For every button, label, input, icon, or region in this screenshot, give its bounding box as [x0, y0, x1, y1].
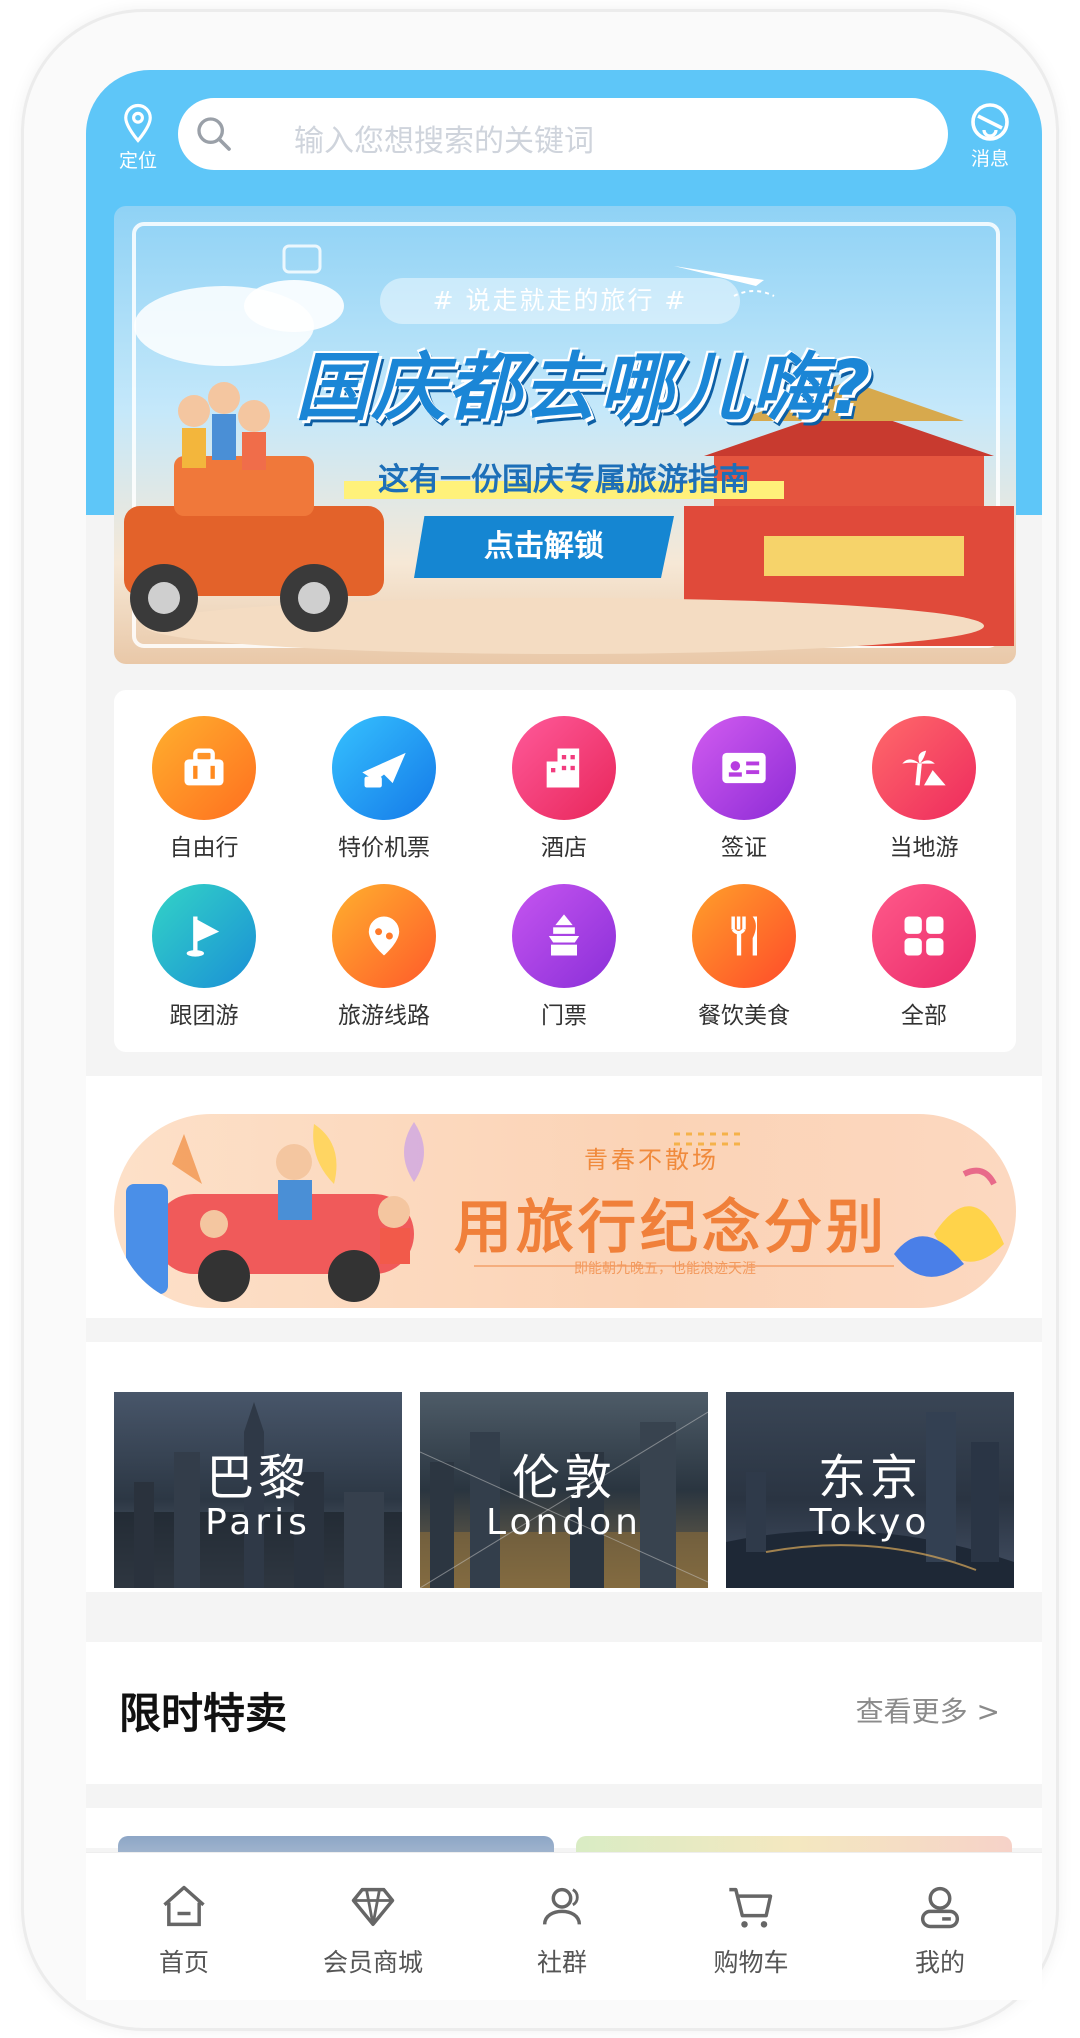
category-label: 酒店	[541, 835, 587, 861]
tab-cart[interactable]: 购物车	[671, 1853, 831, 1979]
location-pin-icon	[124, 103, 152, 143]
category-flights[interactable]: 特价机票	[314, 716, 454, 862]
tab-label: 购物车	[713, 1948, 789, 1977]
city-card-london[interactable]: 伦敦 London	[420, 1392, 708, 1588]
tab-home[interactable]: 首页	[104, 1853, 264, 1979]
category-tickets[interactable]: 门票	[494, 884, 634, 1030]
category-label: 跟团游	[169, 1003, 239, 1029]
city-card-paris[interactable]: 巴黎 Paris	[114, 1392, 402, 1588]
map-pin-icon	[332, 884, 436, 988]
temple-icon	[512, 884, 616, 988]
city-name-cn: 伦敦	[511, 1450, 616, 1506]
see-more-link[interactable]: 查看更多 >	[856, 1690, 1000, 1730]
category-group-tour[interactable]: 跟团游	[134, 884, 274, 1030]
unlock-button[interactable]: 点击解锁	[414, 516, 674, 578]
cart-icon	[729, 1887, 773, 1928]
suitcase-icon	[152, 716, 256, 820]
plane-icon	[332, 716, 436, 820]
category-label: 签证	[721, 835, 767, 861]
tab-member-mall[interactable]: 会员商城	[293, 1853, 453, 1979]
grid-icon	[872, 884, 976, 988]
city-card-tokyo[interactable]: 东京 Tokyo	[726, 1392, 1014, 1588]
category-free-travel[interactable]: 自由行	[134, 716, 274, 862]
promo-banner[interactable]: 青春不散场 用旅行纪念分别 即能朝九晚五，也能浪迹天涯	[114, 1114, 1016, 1308]
banner-tagline: # 说走就走的旅行 #	[380, 278, 740, 324]
category-local-tour[interactable]: 当地游	[854, 716, 994, 862]
city-name-en: Tokyo	[809, 1502, 931, 1543]
top-bar: 定位 输入您想搜索的关键词 消息	[86, 70, 1042, 200]
id-card-icon	[692, 716, 796, 820]
tab-label: 社群	[536, 1948, 587, 1977]
tab-label: 首页	[158, 1948, 209, 1977]
message-label: 消息	[970, 148, 1009, 170]
search-icon	[197, 117, 231, 151]
city-name-en: London	[486, 1502, 642, 1543]
category-visa[interactable]: 签证	[674, 716, 814, 862]
city-name-cn: 巴黎	[205, 1450, 310, 1506]
category-label: 全部	[901, 1003, 947, 1029]
category-routes[interactable]: 旅游线路	[314, 884, 454, 1030]
flash-sale-title: 限时特卖	[119, 1689, 288, 1738]
building-icon	[512, 716, 616, 820]
category-label: 自由行	[169, 835, 239, 861]
category-label: 特价机票	[338, 835, 430, 861]
hero-banner[interactable]: # 说走就走的旅行 # 国庆都去哪儿嗨? 这有一份国庆专属旅游指南 点击解锁	[114, 206, 1016, 664]
search-placeholder: 输入您想搜索的关键词	[294, 124, 594, 159]
home-icon	[163, 1885, 205, 1927]
tab-label: 会员商城	[322, 1948, 423, 1977]
category-food[interactable]: 餐饮美食	[674, 884, 814, 1030]
category-label: 门票	[541, 1003, 587, 1029]
palm-tree-icon	[872, 716, 976, 820]
tab-label: 我的	[914, 1948, 965, 1977]
category-all[interactable]: 全部	[854, 884, 994, 1030]
message-bell-icon	[971, 103, 1009, 141]
flag-icon	[152, 884, 256, 988]
category-hotel[interactable]: 酒店	[494, 716, 634, 862]
promo-kicker: 青春不散场	[584, 1146, 719, 1174]
location-button[interactable]: 定位	[108, 102, 168, 173]
location-label: 定位	[118, 150, 157, 172]
city-name-cn: 东京	[817, 1450, 922, 1506]
user-group-icon	[542, 1887, 582, 1925]
category-label: 当地游	[889, 835, 959, 861]
banner-illustration	[124, 244, 1014, 654]
tab-community[interactable]: 社群	[482, 1853, 642, 1979]
banner-subtitle: 这有一份国庆专属旅游指南	[344, 454, 784, 499]
category-label: 旅游线路	[338, 1003, 430, 1029]
phone-frame: 定位 输入您想搜索的关键词 消息 # 说走就走的旅行 # 国庆都去哪儿嗨? 这有…	[24, 12, 1056, 2028]
bottom-tab-bar: 首页 会员商城 社群 购物车 我的	[86, 1852, 1042, 2000]
promo-fine-print: 即能朝九晚五，也能浪迹天涯	[574, 1261, 756, 1277]
message-button[interactable]: 消息	[958, 98, 1022, 171]
fork-knife-icon	[692, 884, 796, 988]
promo-headline: 用旅行纪念分别	[454, 1193, 889, 1261]
city-name-en: Paris	[205, 1502, 311, 1543]
tab-profile[interactable]: 我的	[860, 1853, 1020, 1979]
diamond-icon	[351, 1887, 395, 1927]
app-screen: 定位 输入您想搜索的关键词 消息 # 说走就走的旅行 # 国庆都去哪儿嗨? 这有…	[86, 70, 1042, 2000]
category-grid: 自由行 特价机票 酒店 签证 当地游 跟团游 旅游线路 门票 餐饮美食 全部	[114, 690, 1016, 1052]
banner-headline: 国庆都去哪儿嗨?	[295, 345, 873, 431]
search-input[interactable]: 输入您想搜索的关键词	[178, 98, 948, 170]
category-label: 餐饮美食	[698, 1003, 790, 1029]
profile-icon	[920, 1886, 960, 1929]
